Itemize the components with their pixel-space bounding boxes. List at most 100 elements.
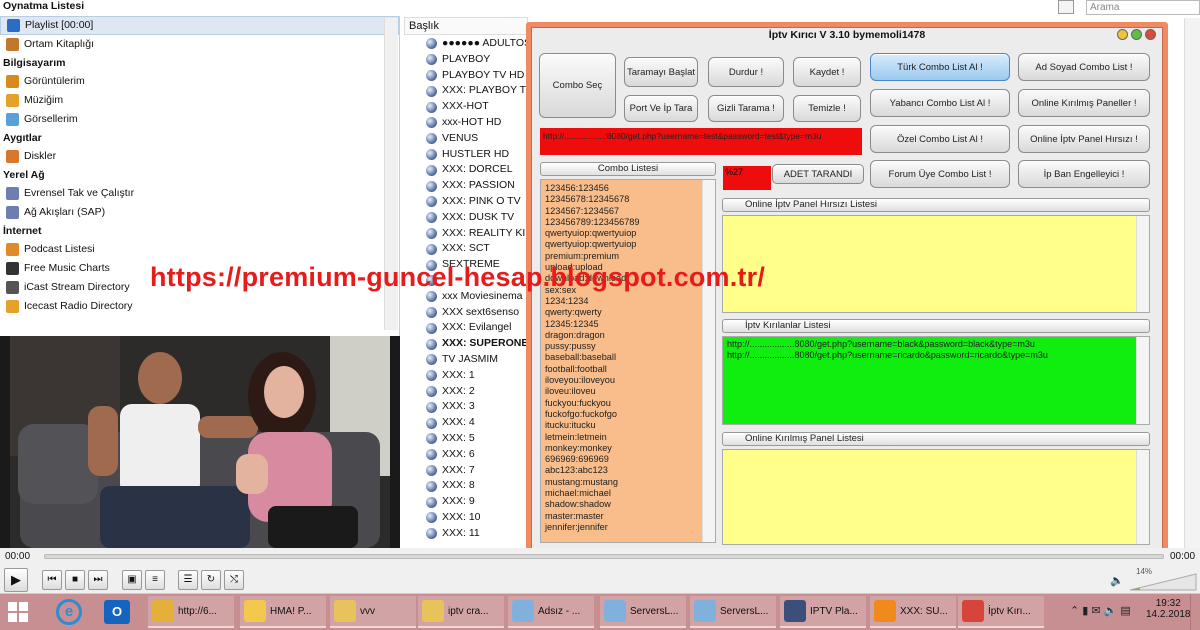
cracked-url[interactable]: http://..................8080/get.php?us… xyxy=(727,350,1145,361)
seek-bar[interactable] xyxy=(44,554,1164,559)
playlist-row[interactable]: XXX: 5 xyxy=(404,431,528,447)
combo-list-scrollbar[interactable] xyxy=(702,180,715,542)
maximize-button[interactable] xyxy=(1131,29,1142,40)
internet-explorer-icon[interactable]: e xyxy=(56,599,82,625)
panel-thief-scrollbar[interactable] xyxy=(1136,216,1149,312)
playlist-row[interactable]: HUSTLER HD xyxy=(404,147,528,163)
sidebar-item[interactable]: Evrensel Tak ve Çalıştır xyxy=(0,184,399,203)
sidebar-item[interactable]: Müziğim xyxy=(0,91,399,110)
show-desktop-button[interactable] xyxy=(1190,594,1200,630)
ip-ban-button[interactable]: İp Ban Engelleyici ! xyxy=(1018,160,1150,188)
sidebar-item[interactable]: Görsellerim xyxy=(0,110,399,129)
hidden-scan-button[interactable]: Gizli Tarama ! xyxy=(708,95,784,122)
foreign-combo-button[interactable]: Yabancı Combo List Al ! xyxy=(870,89,1010,117)
playlist-row[interactable]: XXX: 4 xyxy=(404,415,528,431)
sidebar-item[interactable]: Görüntülerim xyxy=(0,72,399,91)
playlist-row[interactable]: XXX: 8 xyxy=(404,478,528,494)
taskbar-app[interactable]: http://6... xyxy=(148,596,234,628)
playlist-row[interactable]: XXX-HOT xyxy=(404,99,528,115)
playlist-row[interactable]: XXX: 2 xyxy=(404,384,528,400)
taskbar-app[interactable]: vvv xyxy=(330,596,416,628)
cracked-url[interactable]: http://..................8080/get.php?us… xyxy=(727,339,1145,350)
taskbar-app[interactable]: HMA! P... xyxy=(240,596,326,628)
sidebar-item[interactable]: Diskler xyxy=(0,147,399,166)
special-combo-button[interactable]: Özel Combo List Al ! xyxy=(870,125,1010,153)
search-input[interactable]: Arama xyxy=(1086,0,1200,15)
windows-start-icon[interactable] xyxy=(8,602,28,622)
sidebar-item[interactable]: Playlist [00:00] xyxy=(0,16,399,35)
sidebar-item[interactable]: Ağ Akışları (SAP) xyxy=(0,203,399,222)
playlist-row[interactable]: XXX: PINK O TV xyxy=(404,194,528,210)
stop-icon[interactable]: ■ xyxy=(65,570,85,590)
taskbar-app[interactable]: iptv cra... xyxy=(418,596,504,628)
playlist-row[interactable]: XXX: 7 xyxy=(404,463,528,479)
playlist-row[interactable]: xxx-HOT HD xyxy=(404,115,528,131)
taskbar-app[interactable]: IPTV Pla... xyxy=(780,596,866,628)
playlist-row[interactable]: XXX: REALITY KIN xyxy=(404,226,528,242)
outlook-icon[interactable]: O xyxy=(104,600,130,624)
video-preview[interactable] xyxy=(0,336,400,548)
taskbar-app[interactable]: XXX: SU... xyxy=(870,596,956,628)
clock[interactable]: 19:32 14.2.2018 xyxy=(1146,598,1191,620)
cracked-panel-scrollbar[interactable] xyxy=(1136,450,1149,544)
equalizer-icon[interactable]: ≡ xyxy=(145,570,165,590)
playlist-row[interactable]: TV JASMIM xyxy=(404,352,528,368)
online-cracked-panels-button[interactable]: Online Kırılmış Paneller ! xyxy=(1018,89,1150,117)
url-input[interactable]: http://.................:8080/get.php?us… xyxy=(540,128,862,155)
playlist-row[interactable]: PLAYBOY TV HD xyxy=(404,68,528,84)
save-button[interactable]: Kaydet ! xyxy=(793,57,861,87)
playlist-row[interactable]: XXX: PASSION xyxy=(404,178,528,194)
cracked-list[interactable]: http://..................8080/get.php?us… xyxy=(722,336,1150,425)
playlist-row[interactable]: XXX: Evilangel xyxy=(404,320,528,336)
combo-sec-button[interactable]: Combo Seç xyxy=(539,53,616,118)
playlist-row[interactable]: PLAYBOY xyxy=(404,52,528,68)
menu-icon[interactable] xyxy=(1058,0,1074,14)
turk-combo-button[interactable]: Türk Combo List Al ! xyxy=(870,53,1010,81)
cracked-list-scrollbar[interactable] xyxy=(1136,337,1149,424)
playlist-row[interactable]: XXX: SUPERONE xyxy=(404,336,528,352)
playlist-row[interactable]: ●●●●●● ADULTOS xyxy=(404,36,528,52)
right-scrollbar[interactable] xyxy=(1184,18,1200,548)
playlist-row[interactable]: VENUS xyxy=(404,131,528,147)
taskbar-app[interactable]: ServersL... xyxy=(600,596,686,628)
next-icon[interactable]: ⏭ xyxy=(88,570,108,590)
forum-combo-button[interactable]: Forum Üye Combo List ! xyxy=(870,160,1010,188)
playlist-row[interactable]: XXX sext6senso xyxy=(404,305,528,321)
previous-icon[interactable]: ⏮ xyxy=(42,570,62,590)
taskbar-app[interactable]: Adsız - ... xyxy=(508,596,594,628)
playlist-row[interactable]: XXX: 10 xyxy=(404,510,528,526)
playlist-header[interactable]: Başlık xyxy=(404,17,528,35)
sidebar-item[interactable]: Icecast Radio Directory xyxy=(0,297,399,316)
sidebar-item[interactable]: Podcast Listesi xyxy=(0,240,399,259)
shuffle-icon[interactable]: ⤭ xyxy=(224,570,244,590)
clear-button[interactable]: Temizle ! xyxy=(793,95,861,122)
fullscreen-icon[interactable]: ▣ xyxy=(122,570,142,590)
playlist-row[interactable]: XXX: DUSK TV xyxy=(404,210,528,226)
sidebar-item[interactable]: Ortam Kitaplığı xyxy=(0,35,399,54)
name-combo-button[interactable]: Ad Soyad Combo List ! xyxy=(1018,53,1150,81)
volume-icon[interactable]: 🔈 xyxy=(1110,574,1124,587)
port-ip-scan-button[interactable]: Port Ve İp Tara xyxy=(624,95,698,122)
playlist-row[interactable]: XXX: PLAYBOY TV xyxy=(404,83,528,99)
start-scan-button[interactable]: Taramayı Başlat xyxy=(624,57,698,87)
playlist-row[interactable]: XXX: DORCEL xyxy=(404,162,528,178)
playlist-row[interactable]: XXX: 11 xyxy=(404,526,528,542)
playlist-row[interactable]: XXX: 9 xyxy=(404,494,528,510)
minimize-button[interactable] xyxy=(1117,29,1128,40)
cracked-panel-list[interactable] xyxy=(722,449,1150,545)
combo-list[interactable]: 123456:123456 12345678:12345678 1234567:12… xyxy=(540,179,716,543)
playlist-row[interactable]: XXX: 3 xyxy=(404,399,528,415)
tray-icons[interactable]: ⌃ ▮ ✉ 🔈 ▤ xyxy=(1070,604,1131,617)
loop-icon[interactable]: ↻ xyxy=(201,570,221,590)
playlist-row[interactable]: XXX: SCT xyxy=(404,241,528,257)
playlist-toggle-icon[interactable]: ☰ xyxy=(178,570,198,590)
playlist-row[interactable]: XXX: 6 xyxy=(404,447,528,463)
stop-button[interactable]: Durdur ! xyxy=(708,57,784,87)
panel-thief-list[interactable] xyxy=(722,215,1150,313)
play-icon[interactable]: ▶ xyxy=(4,568,28,592)
playlist-row[interactable]: XXX: 1 xyxy=(404,368,528,384)
taskbar-app[interactable]: İptv Kırı... xyxy=(958,596,1044,628)
panel-thief-button[interactable]: Online İptv Panel Hırsızı ! xyxy=(1018,125,1150,153)
close-button[interactable] xyxy=(1145,29,1156,40)
taskbar-app[interactable]: ServersL... xyxy=(690,596,776,628)
